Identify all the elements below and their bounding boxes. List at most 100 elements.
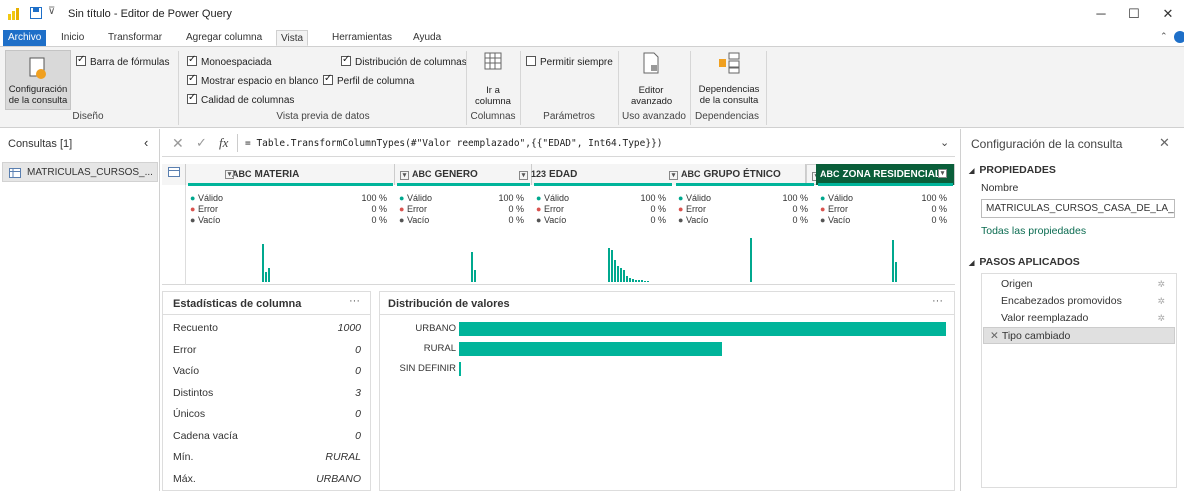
distribution-title: Distribución de valores — [388, 298, 510, 310]
formula-divider — [237, 134, 238, 152]
quality-stats: ● Válido 100 % ● Error 0 % ● Vacío 0 % — [678, 193, 808, 226]
distribution-bar[interactable] — [459, 322, 946, 336]
column-header-genero[interactable]: ▾ ABC GENERO — [395, 164, 532, 185]
step-tipo-cambiado[interactable]: ✕ Tipo cambiado — [983, 327, 1175, 344]
query-settings-button[interactable]: Configuración de la consulta — [5, 50, 71, 110]
quality-pct: 0 % — [931, 215, 947, 225]
query-name-input[interactable]: MATRICULAS_CURSOS_CASA_DE_LA_CU — [981, 199, 1175, 218]
column-dropdown-icon[interactable]: ▾ — [519, 171, 528, 180]
query-item[interactable]: MATRICULAS_CURSOS_... — [2, 162, 158, 182]
column-header-edad-label[interactable]: ▾ 123 EDAD — [514, 164, 674, 185]
column-profile-toggle[interactable]: Perfil de columna — [323, 73, 414, 87]
stat-row: Cadena vacía 0 — [173, 430, 361, 442]
gear-icon[interactable]: ✲ — [1157, 276, 1165, 293]
stat-label: Únicos — [173, 408, 206, 420]
applied-steps-header[interactable]: ◢ PASOS APLICADOS — [969, 256, 1080, 268]
fx-icon[interactable]: fx — [219, 135, 228, 151]
help-icon[interactable] — [1174, 31, 1184, 43]
formula-bar-toggle[interactable]: Barra de fórmulas — [76, 54, 169, 68]
tab-vista[interactable]: Vista — [276, 30, 309, 46]
minimize-button[interactable]: ─ — [1090, 4, 1112, 24]
go-to-column-button[interactable]: Ir a columna — [470, 52, 516, 107]
query-dependencies-button[interactable]: Dependencias de la consulta — [694, 52, 764, 106]
column-distribution-toggle[interactable]: Distribución de columnas — [341, 54, 467, 68]
properties-header[interactable]: ◢ PROPIEDADES — [969, 164, 1056, 176]
maximize-button[interactable]: ☐ — [1123, 4, 1145, 24]
close-settings-icon[interactable]: ✕ — [1159, 135, 1170, 151]
tab-ayuda[interactable]: Ayuda — [409, 30, 445, 46]
column-dropdown-icon[interactable]: ▾ — [669, 171, 678, 180]
distribution-mini-bar — [629, 278, 631, 282]
collapse-queries-icon[interactable]: ‹ — [144, 135, 148, 150]
tab-transformar[interactable]: Transformar — [104, 30, 166, 46]
allow-always-toggle[interactable]: Permitir siempre — [526, 56, 613, 68]
distribution-mini-bar — [638, 280, 640, 282]
column-profiles: ● Válido 100 % ● Error 0 % ● Vacío 0 % ● Válid… — [186, 183, 955, 285]
quality-label: Vacío — [197, 215, 221, 225]
go-to-column-label: Ir a columna — [475, 85, 511, 107]
column-dropdown-icon[interactable]: ▾ — [400, 171, 409, 180]
column-dropdown-icon[interactable]: ▾ — [225, 170, 234, 179]
quality-pct: 0 % — [792, 215, 808, 225]
group-dependencias-label: Dependencias — [695, 111, 759, 122]
gear-icon[interactable]: ✲ — [1157, 310, 1165, 327]
stat-label: Error — [173, 343, 197, 356]
tab-herramientas[interactable]: Herramientas — [328, 30, 396, 46]
stats-more-icon[interactable]: ··· — [349, 295, 360, 307]
expand-formula-icon[interactable]: ⌄ — [940, 136, 949, 149]
distribution-mini-bar — [474, 270, 476, 282]
step-encabezados-promovidos[interactable]: Encabezados promovidos ✲ — [983, 293, 1175, 310]
type-abc-icon: ABC — [820, 169, 840, 179]
queries-pane: Consultas [1] ‹ MATRICULAS_CURSOS_... — [0, 129, 160, 491]
tab-archivo[interactable]: Archivo — [3, 30, 47, 46]
group-columnas-label: Columnas — [470, 111, 516, 122]
delete-step-icon[interactable]: ✕ — [990, 330, 999, 342]
distribution-mini-bar — [614, 260, 616, 282]
distribution-mini-bar — [265, 272, 267, 282]
distribution-mini-bar — [471, 252, 473, 282]
all-properties-link[interactable]: Todas las propiedades — [981, 225, 1086, 237]
distribution-bar[interactable] — [459, 342, 722, 356]
distribution-more-icon[interactable]: ··· — [932, 295, 943, 307]
gear-icon[interactable]: ✲ — [1157, 293, 1165, 310]
quality-pct: 100 % — [361, 193, 387, 203]
column-dropdown-icon[interactable]: ▾ — [938, 169, 947, 178]
tab-inicio[interactable]: Inicio — [57, 30, 88, 46]
column-quality-toggle[interactable]: Calidad de columnas — [187, 92, 294, 106]
group-vista-previa-label: Vista previa de datos — [276, 111, 370, 122]
table-menu-button[interactable] — [162, 164, 186, 185]
advanced-editor-label: Editor avanzado — [631, 85, 673, 107]
distribution-bar[interactable] — [459, 362, 461, 376]
stat-value: URBANO — [316, 472, 361, 485]
quality-label: Válido — [543, 193, 569, 203]
close-button[interactable]: ✕ — [1157, 4, 1179, 24]
tab-agregar-columna[interactable]: Agregar columna — [182, 30, 266, 46]
formula-text[interactable]: = Table.TransformColumnTypes(#"Valor ree… — [245, 138, 663, 149]
quality-pct: 100 % — [782, 193, 808, 203]
save-icon[interactable] — [30, 7, 42, 19]
quick-access-dropdown-icon[interactable]: ⊽ — [48, 6, 55, 17]
quality-label: Error — [197, 204, 218, 214]
step-valor-reemplazado[interactable]: Valor reemplazado ✲ — [983, 310, 1175, 327]
quality-bar — [534, 183, 672, 186]
distribution-mini-bar — [623, 270, 625, 282]
column-header-materia[interactable]: ABC MATERIA ▾ — [186, 164, 395, 185]
step-origen[interactable]: Origen ✲ — [983, 276, 1175, 293]
monospaced-toggle[interactable]: Monoespaciada — [187, 54, 272, 68]
advanced-editor-button[interactable]: Editor avanzado — [626, 52, 676, 107]
stat-row: Error 0 — [173, 344, 361, 356]
quality-pct: 100 % — [921, 193, 947, 203]
stat-row: Únicos 0 — [173, 408, 361, 420]
cancel-icon[interactable]: ✕ — [172, 135, 184, 152]
checkbox-icon — [76, 54, 86, 66]
distribution-mini-bar — [644, 281, 646, 282]
quality-label: Válido — [685, 193, 711, 203]
show-whitespace-toggle[interactable]: Mostrar espacio en blanco — [187, 73, 318, 87]
commit-icon[interactable]: ✓ — [196, 135, 207, 151]
column-header-grupo-etnico[interactable]: ▾ ABC GRUPO ÉTNICO — [664, 164, 806, 185]
collapse-ribbon-icon[interactable]: ⌃ — [1160, 31, 1168, 42]
row-header-strip — [162, 185, 186, 285]
quality-bar — [818, 183, 953, 186]
query-settings-label: Configuración de la consulta — [8, 84, 68, 106]
column-header-zona-residencial-selected[interactable]: ABC ZONA RESIDENCIAL ▾ — [816, 164, 955, 185]
